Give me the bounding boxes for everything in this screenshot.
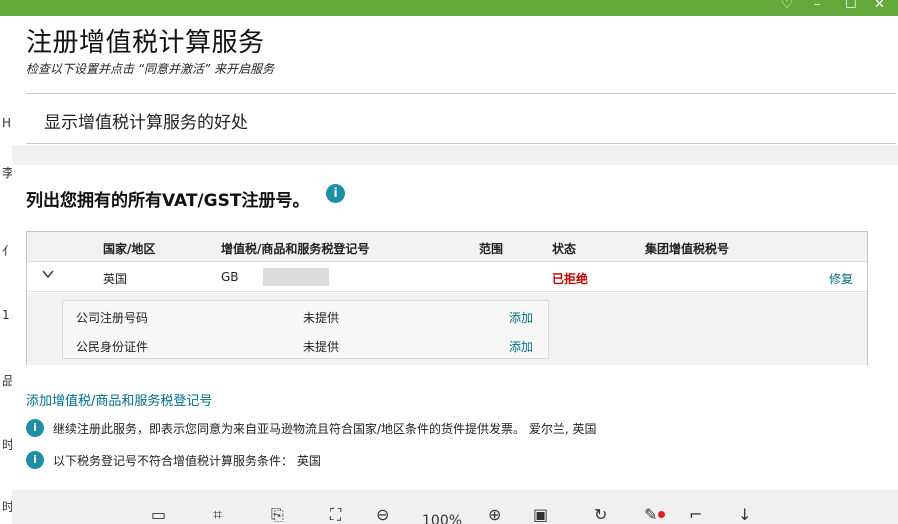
zoom-level: 100% — [422, 513, 463, 524]
minimize-icon[interactable]: – — [814, 0, 821, 13]
fit-icon[interactable]: ⛶ — [330, 506, 341, 524]
close-icon[interactable]: ✕ — [874, 0, 885, 13]
rotate-icon[interactable]: ↻ — [594, 506, 607, 524]
bg-letter: H — [2, 116, 12, 130]
row-details: 公司注册号码 未提供 添加 公民身份证件 未提供 添加 — [27, 293, 867, 365]
column-header-status: 状态 — [552, 242, 577, 256]
screenshot-icon[interactable]: ⌗ — [213, 506, 222, 524]
table-header: 国家/地区 增值税/商品和服务税登记号 范围 状态 集团增值税税号 — [27, 232, 867, 262]
column-header-group-vat: 集团增值税税号 — [645, 242, 730, 256]
benefits-label: 显示增值税计算服务的好处 — [44, 113, 248, 133]
redacted-vat-number — [263, 268, 329, 286]
column-header-country: 国家/地区 — [103, 242, 156, 256]
page-subtitle: 检查以下设置并点击 “同意并激活” 来开启服务 — [26, 62, 275, 76]
crop-icon[interactable]: ⌐ — [689, 506, 702, 524]
registrations-table: 国家/地区 增值税/商品和服务税登记号 范围 状态 集团增值税税号 英国 GB … — [26, 231, 868, 365]
export-icon[interactable]: ⎘ — [271, 506, 284, 524]
section-separator — [12, 145, 898, 165]
add-vat-number-link[interactable]: 添加增值税/商品和服务税登记号 — [26, 390, 212, 409]
info-icon: i — [26, 451, 44, 469]
zoom-out-icon[interactable]: ⊖ — [376, 506, 389, 524]
citizen-id-label: 公民身份证件 — [76, 340, 149, 354]
benefits-expander[interactable]: 显示增值税计算服务的好处 — [26, 96, 896, 144]
window-icon[interactable]: ▭ — [151, 506, 166, 524]
info-icon: i — [26, 419, 44, 437]
edit-icon[interactable]: ✎ — [644, 506, 657, 524]
viewer-toolbar: ▭ ⌗ ⎘ ⛶ ⊖ 100% ⊕ ▣ ↻ ✎ ⌐ ↓ — [12, 490, 898, 524]
company-registration-label: 公司注册号码 — [76, 311, 149, 325]
add-citizen-id-link[interactable]: 添加 — [509, 338, 533, 355]
row-vat-number: GB — [221, 270, 239, 284]
notification-dot — [658, 511, 665, 518]
maximize-icon[interactable]: ☐ — [845, 0, 857, 13]
status-badge: 已拒绝 — [552, 272, 589, 286]
notice-text: 以下税务登记号不符合增值税计算服务条件： 英国 — [53, 454, 321, 468]
notice-text: 继续注册此服务，即表示您同意为来自亚马逊物流且符合国家/地区条件的货件提供发票。… — [53, 422, 597, 436]
divider — [26, 93, 896, 94]
heart-icon[interactable]: ♡ — [781, 0, 793, 13]
window-title-bar: ♡ – ☐ ✕ — [0, 0, 898, 16]
citizen-id-value: 未提供 — [303, 340, 340, 354]
fix-link[interactable]: 修复 — [829, 270, 853, 287]
background-page-strip: H 李 亻 1 品 时 时 — [0, 16, 14, 524]
actual-size-icon[interactable]: ▣ — [533, 506, 548, 524]
table-row: 英国 GB 已拒绝 修复 — [27, 262, 867, 292]
zoom-in-icon[interactable]: ⊕ — [488, 506, 501, 524]
row-country: 英国 — [103, 272, 128, 286]
info-icon[interactable]: i — [326, 184, 345, 203]
page-title: 注册增值税计算服务 — [26, 28, 265, 58]
download-icon[interactable]: ↓ — [738, 506, 751, 524]
column-header-vat-number: 增值税/商品和服务税登记号 — [221, 242, 370, 256]
company-registration-value: 未提供 — [303, 311, 340, 325]
add-company-registration-link[interactable]: 添加 — [509, 309, 533, 326]
column-header-scope: 范围 — [479, 242, 504, 256]
bg-letter: 1 — [2, 308, 10, 322]
chevron-down-icon[interactable] — [41, 266, 55, 285]
registrations-heading: 列出您拥有的所有VAT/GST注册号。 — [26, 191, 310, 211]
details-box: 公司注册号码 未提供 添加 公民身份证件 未提供 添加 — [62, 300, 549, 359]
